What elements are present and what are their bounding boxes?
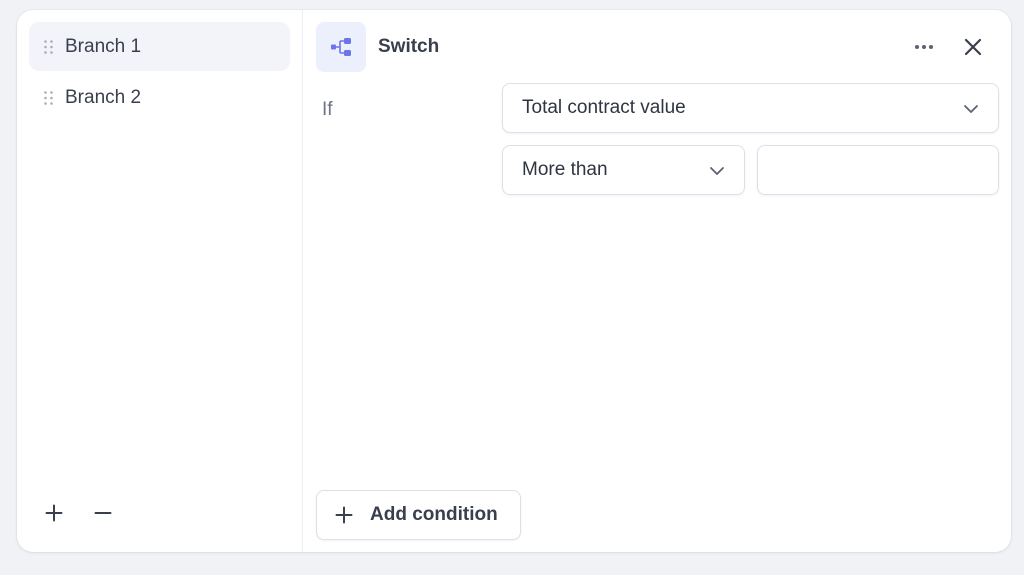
add-condition-label: Add condition bbox=[370, 504, 498, 525]
field-select-value: Total contract value bbox=[522, 97, 686, 118]
operator-select[interactable]: More than bbox=[502, 145, 745, 195]
close-button[interactable] bbox=[960, 34, 986, 60]
branch-sidebar: Branch 1 Branch 2 bbox=[17, 10, 303, 552]
add-branch-button[interactable] bbox=[41, 500, 67, 526]
chevron-down-icon bbox=[710, 167, 724, 175]
more-options-button[interactable] bbox=[911, 37, 937, 57]
panel-title: Switch bbox=[378, 36, 440, 57]
field-select[interactable]: Total contract value bbox=[502, 83, 999, 133]
drag-handle-icon[interactable] bbox=[44, 39, 53, 54]
chevron-down-icon bbox=[964, 105, 978, 113]
minus-icon bbox=[94, 512, 112, 514]
more-horizontal-icon bbox=[915, 45, 933, 49]
sidebar-item-branch-2[interactable]: Branch 2 bbox=[29, 73, 290, 122]
remove-branch-button[interactable] bbox=[90, 500, 116, 526]
operator-select-value: More than bbox=[522, 159, 608, 180]
branch-label: Branch 1 bbox=[65, 35, 142, 57]
drag-handle-icon[interactable] bbox=[44, 90, 53, 105]
if-label: If bbox=[322, 99, 333, 120]
branch-label: Branch 2 bbox=[65, 86, 142, 108]
close-icon bbox=[964, 38, 982, 56]
plus-icon bbox=[45, 504, 63, 522]
sidebar-item-branch-1[interactable]: Branch 1 bbox=[29, 22, 290, 71]
condition-value-input[interactable] bbox=[757, 145, 999, 195]
switch-panel: Branch 1 Branch 2 Switch If Total contra… bbox=[17, 10, 1011, 552]
flow-split-icon bbox=[331, 38, 351, 56]
switch-node-badge bbox=[316, 22, 366, 72]
add-condition-button[interactable]: Add condition bbox=[316, 490, 521, 540]
branch-editor: Switch If Total contract value More than bbox=[303, 10, 1011, 552]
plus-icon bbox=[335, 506, 353, 524]
